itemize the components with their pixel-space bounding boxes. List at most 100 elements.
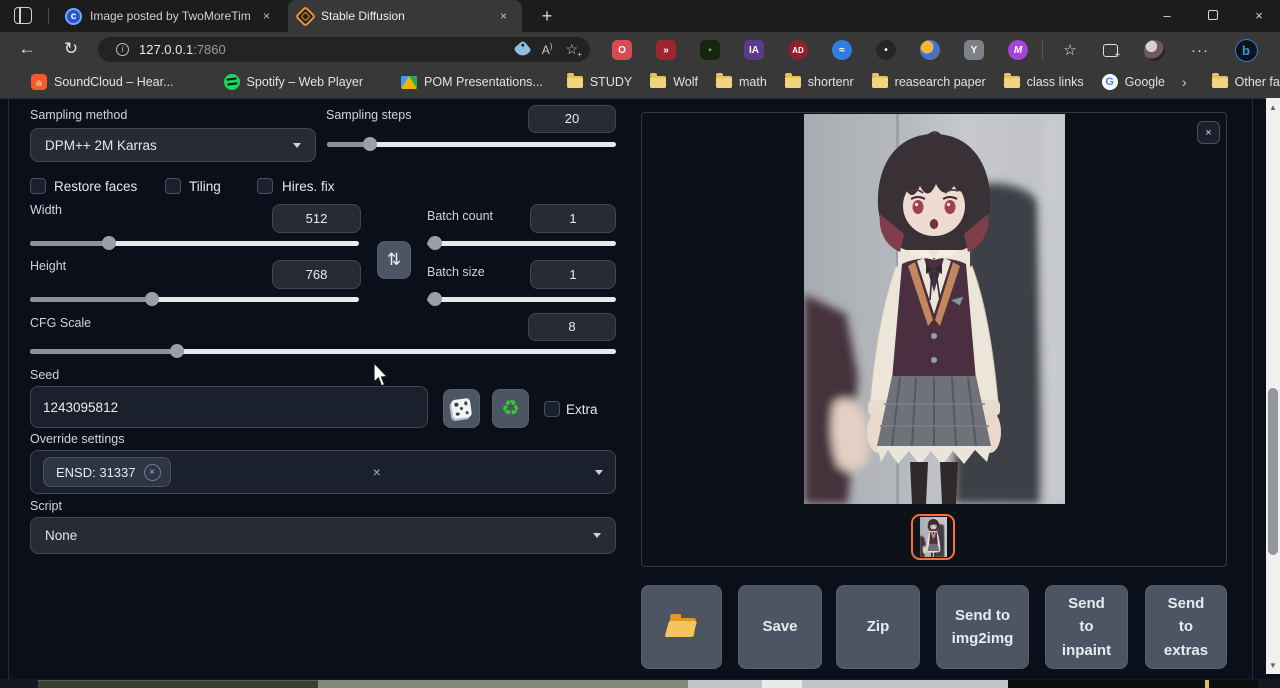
extension-icon-9[interactable]: M	[1008, 40, 1028, 60]
slider-handle[interactable]	[363, 137, 377, 151]
height-input[interactable]: 768	[272, 260, 361, 289]
new-tab-button[interactable]: +	[534, 4, 560, 28]
sampling-steps-input[interactable]: 20	[528, 105, 616, 133]
bookmark-spotify[interactable]: Spotify – Web Player	[215, 74, 373, 90]
page-scrollbar[interactable]: ▲ ▼	[1266, 98, 1280, 674]
bookmark-google[interactable]: GGoogle	[1093, 74, 1174, 90]
restore-faces-label: Restore faces	[54, 179, 137, 194]
window-close-button[interactable]: ×	[1240, 0, 1278, 30]
bookmark-study-folder[interactable]: STUDY	[558, 75, 641, 89]
random-seed-button[interactable]	[443, 389, 480, 428]
generated-image[interactable]	[804, 114, 1065, 504]
override-settings-box[interactable]: ENSD: 31337 × ×	[30, 450, 616, 494]
seed-input[interactable]	[30, 386, 428, 428]
seed-label: Seed	[30, 368, 59, 382]
save-button[interactable]: Save	[738, 585, 822, 669]
site-info-icon[interactable]: i	[116, 43, 129, 56]
gallery-thumbnail-selected[interactable]	[911, 514, 955, 560]
extension-icon-6[interactable]: •	[876, 40, 896, 60]
send-to-inpaint-button[interactable]: Send to inpaint	[1045, 585, 1128, 669]
send-to-img2img-button[interactable]: Send to img2img	[936, 585, 1029, 669]
sampling-method-dropdown[interactable]: DPM++ 2M Karras	[30, 128, 316, 162]
taskbar-segment	[762, 680, 802, 688]
slider-handle[interactable]	[428, 236, 442, 250]
tab-close-icon[interactable]: ×	[495, 8, 512, 24]
override-chip[interactable]: ENSD: 31337 ×	[43, 457, 171, 487]
recycle-icon: ♻	[501, 398, 520, 419]
bookmark-research-folder[interactable]: reasearch paper	[863, 75, 995, 89]
chip-remove-icon[interactable]: ×	[144, 464, 161, 481]
tab-image-posted[interactable]: c Image posted by TwoMoreTimes ×	[55, 0, 285, 32]
bookmark-classlinks-folder[interactable]: class links	[995, 75, 1093, 89]
extension-icon-3[interactable]: IA	[744, 40, 764, 60]
chevron-down-icon[interactable]	[595, 470, 603, 475]
send-to-extras-button[interactable]: Send to extras	[1145, 585, 1227, 669]
settings-menu-icon[interactable]: ···	[1188, 39, 1212, 61]
extension-icon-7[interactable]	[920, 40, 940, 60]
cfg-scale-input[interactable]: 8	[528, 313, 616, 341]
read-aloud-icon[interactable]: A)	[542, 42, 553, 57]
width-input[interactable]: 512	[272, 204, 361, 233]
reuse-seed-button[interactable]: ♻	[492, 389, 529, 428]
bing-icon[interactable]: b	[1234, 39, 1258, 61]
tab-close-icon[interactable]: ×	[258, 8, 275, 24]
extension-icon-4[interactable]: AD	[788, 40, 808, 60]
soundcloud-icon: ılı	[31, 74, 47, 90]
extra-checkbox[interactable]	[544, 401, 560, 417]
favorites-list-icon[interactable]: ☆	[1058, 39, 1082, 61]
batch-count-label: Batch count	[427, 209, 493, 223]
height-slider[interactable]	[30, 291, 359, 307]
extension-icon-2[interactable]: ▪	[700, 40, 720, 60]
window-maximize-button[interactable]	[1194, 0, 1232, 30]
cfg-scale-slider[interactable]	[30, 343, 616, 359]
bookmark-wolf-folder[interactable]: Wolf	[641, 75, 707, 89]
batch-count-input[interactable]: 1	[530, 204, 616, 233]
batch-count-slider[interactable]	[427, 235, 616, 251]
scroll-down-icon[interactable]: ▼	[1266, 658, 1280, 672]
batch-size-input[interactable]: 1	[530, 260, 616, 289]
scrollbar-thumb[interactable]	[1268, 388, 1278, 555]
tiling-checkbox[interactable]	[165, 178, 181, 194]
restore-faces-checkbox[interactable]	[30, 178, 46, 194]
extension-icon-8[interactable]: Y	[964, 40, 984, 60]
cfg-scale-label: CFG Scale	[30, 316, 91, 330]
script-dropdown[interactable]: None	[30, 517, 616, 554]
bookmark-math-folder[interactable]: math	[707, 75, 776, 89]
gallery-close-button[interactable]: ×	[1197, 121, 1220, 144]
extension-icon-0[interactable]: O	[612, 40, 632, 60]
bookmarks-overflow-chevron[interactable]: ›	[1174, 74, 1195, 90]
open-folder-button[interactable]	[641, 585, 722, 669]
address-bar[interactable]: i 127.0.0.1:7860 A) ☆+	[98, 37, 590, 62]
tab-stable-diffusion[interactable]: Stable Diffusion ×	[288, 0, 522, 32]
url-host: 127.0.0.1	[139, 42, 193, 57]
zip-button[interactable]: Zip	[836, 585, 920, 669]
swap-dimensions-button[interactable]: ⇅	[377, 241, 411, 279]
profile-avatar[interactable]	[1142, 39, 1166, 61]
extension-icon-1[interactable]: »	[656, 40, 676, 60]
sampling-steps-slider[interactable]	[327, 136, 616, 152]
bookmark-pom[interactable]: POM Presentations...	[392, 75, 552, 89]
shopping-tag-icon[interactable]	[513, 40, 531, 58]
favorite-star-icon[interactable]: ☆+	[565, 41, 578, 58]
width-slider[interactable]	[30, 235, 359, 251]
bookmark-soundcloud[interactable]: ılıSoundCloud – Hear...	[22, 74, 183, 90]
bookmark-shortenr-folder[interactable]: shortenr	[776, 75, 863, 89]
folder-icon	[785, 76, 801, 88]
slider-handle[interactable]	[145, 292, 159, 306]
bookmark-other-favorites[interactable]: Other favorites	[1203, 75, 1280, 89]
slider-handle[interactable]	[102, 236, 116, 250]
batch-size-slider[interactable]	[427, 291, 616, 307]
collections-icon[interactable]	[1098, 39, 1122, 61]
refresh-button[interactable]: ↻	[58, 37, 84, 61]
extension-icon-5[interactable]: ≈	[832, 40, 852, 60]
hires-fix-checkbox[interactable]	[257, 178, 273, 194]
slider-handle[interactable]	[428, 292, 442, 306]
scroll-up-icon[interactable]: ▲	[1266, 100, 1280, 114]
window-minimize-button[interactable]: –	[1148, 0, 1186, 30]
folder-icon	[1004, 76, 1020, 88]
back-button[interactable]: ←	[14, 37, 40, 61]
slider-handle[interactable]	[170, 344, 184, 358]
workspaces-icon[interactable]	[14, 7, 32, 24]
windows-taskbar-edge	[0, 679, 1280, 688]
clear-all-icon[interactable]: ×	[373, 464, 393, 480]
